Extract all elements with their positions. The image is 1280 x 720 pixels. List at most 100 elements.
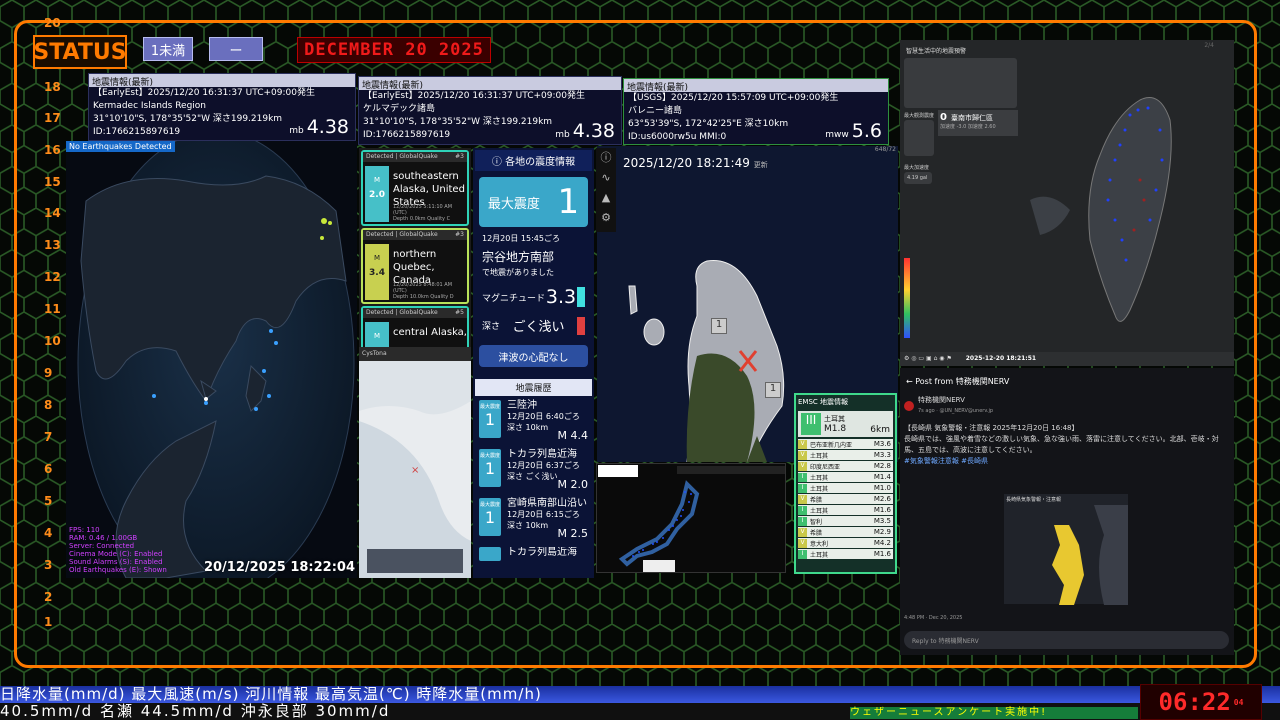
intensity-marker: 1	[765, 382, 781, 398]
status-label: STATUS	[33, 35, 127, 69]
emsc-latest[interactable]: III 土耳其 M1.8 6km	[798, 411, 893, 437]
ruler-tick: 2	[44, 590, 53, 604]
emsc-row[interactable]: V 希腊 M2.6	[798, 494, 893, 504]
post-image[interactable]: 長崎県気象警報・注意報	[1004, 494, 1128, 605]
info-header: 地震情報(最新)	[624, 79, 888, 93]
quake-info-earlyest-ja: 地震情報(最新) 【EarlyEst】2025/12/20 16:31:37 U…	[358, 76, 622, 145]
post-body: 長崎県では、強風や着雪などの激しい気象、急な強い雨、落雷に注意してください。北部…	[904, 435, 1219, 454]
post-header: ← Post from 特務機関NERV	[906, 377, 1010, 386]
emsc-row[interactable]: V 印度尼西亚 M2.8	[798, 461, 893, 471]
ruler-tick: 14	[44, 206, 61, 220]
ruler-tick: 6	[44, 462, 53, 476]
ruler-tick: 15	[44, 175, 61, 189]
detection-card[interactable]: Detected | GlobalQuake #3 M 3.4 northern Q…	[361, 228, 469, 304]
weather-ticker-top: 日降水量(mm/d) 最大風速(m/s) 河川情報 最高気温(℃) 時降水量(m…	[0, 686, 1280, 703]
emsc-panel: EMSC 地震情報 III 土耳其 M1.8 6km V 巴布亚新几内亚 M3.6 V…	[794, 393, 897, 574]
date-display: DECEMBER 20 2025	[297, 37, 491, 63]
globe-view[interactable]: No Earthquakes Detected FPS: 110 RAM: 0.…	[66, 141, 357, 578]
ruler-tick: 18	[44, 80, 61, 94]
svg-text:×: ×	[411, 465, 419, 476]
warning-icon[interactable]: ▲	[596, 188, 616, 208]
post-title: 【長崎県 気象警報・注意報 2025年12月20日 16:48】	[904, 424, 1079, 432]
jma-header: ⓘ 各地の震度情報	[475, 150, 592, 171]
globe-timestamp: 20/12/2025 18:22:04	[203, 560, 355, 575]
intensity-scale	[904, 258, 910, 338]
info-source: 【EarlyEst】2025/12/20 16:31:37 UTC+09:00発…	[93, 88, 315, 98]
page-indicator: 2/4	[1204, 42, 1214, 49]
detection-mag: M 2.0	[365, 166, 389, 222]
ruler-tick: 20	[44, 16, 61, 30]
emsc-row[interactable]: V 土耳其 M3.3	[798, 450, 893, 460]
taiwan-location-box: 0 臺南市歸仁區 加速度 -3.0 加速度 2.60	[938, 110, 1018, 136]
kyoshin-map	[598, 465, 785, 572]
emsc-row[interactable]: I 土耳其 M1.6	[798, 549, 893, 559]
kyoshin-monitor[interactable]	[596, 463, 786, 573]
ruler-tick: 16	[44, 143, 61, 157]
emsc-row[interactable]: V 巴布亚新几内亚 M3.6	[798, 439, 893, 449]
map-timestamp: 2025/12/20 18:21:49 更新	[623, 156, 768, 170]
gear-icon[interactable]: ⚙	[596, 208, 616, 228]
taiwan-eew-panel[interactable]: 智慧生活中的地震預警 2/4 最大觀測震度 0 臺南市歸仁區 加速度 -3.0 加…	[900, 40, 1234, 366]
ruler-tick: 13	[44, 238, 61, 252]
nerv-post[interactable]: ← Post from 特務機関NERV 特務機関NERV 7s ago · @U…	[900, 368, 1234, 655]
accel-value: 4.19 gal	[904, 172, 932, 184]
tsunami-status: 津波の心配なし	[479, 345, 588, 367]
ruler-tick: 3	[44, 558, 53, 572]
mini-map[interactable]: CysTona ×	[359, 347, 471, 578]
level-indicator-2: ー	[209, 37, 263, 61]
info-region: ケルマデック諸島	[363, 104, 436, 114]
post-image-map	[1052, 505, 1128, 605]
mini-map-canvas: ×	[359, 361, 471, 578]
max-obs-label: 最大觀測震度	[904, 113, 935, 119]
ruler-tick: 5	[44, 494, 53, 508]
globe-map	[77, 141, 355, 578]
post-footer: 4:48 PM · Dec 20, 2025	[904, 615, 963, 621]
intensity-marker: 1	[711, 318, 727, 334]
level-indicator-1: 1未満	[143, 37, 193, 61]
map-toolbar: ⓘ ∿ ▲ ⚙	[596, 148, 616, 232]
digital-clock: 06:22 04	[1140, 684, 1262, 720]
mini-map-bar: CysTona	[359, 347, 471, 361]
info-source: 【EarlyEst】2025/12/20 16:31:37 UTC+09:00発…	[363, 91, 585, 101]
post-tags[interactable]: #気象警報注意報 #長崎県	[900, 456, 1234, 467]
history-item[interactable]: トカラ列島近海	[479, 547, 588, 561]
history-item[interactable]: 最大震度 1 三陸沖 12月20日 6:40ごろ 深さ 10km M 4.4	[479, 400, 588, 446]
quake-region: 宗谷地方南部	[482, 250, 555, 264]
info-region: バレニー諸島	[628, 106, 683, 116]
history-item[interactable]: 最大震度 1 トカラ列島近海 12月20日 6:37ごろ 深さ ごく浅い M 2.0	[479, 449, 588, 495]
info-source: 【USGS】2025/12/20 15:57:09 UTC+09:00発生	[628, 93, 839, 103]
quake-info-usgs: 地震情報(最新) 【USGS】2025/12/20 15:57:09 UTC+0…	[623, 78, 889, 145]
weather-ticker-bottom: 40.5mm/d 名瀬 44.5mm/d 沖永良部 30mm/d ウェザーニュー…	[0, 703, 1280, 720]
waveform-icon[interactable]: ∿	[596, 168, 616, 188]
history-item[interactable]: 最大震度 1 宮崎県南部山沿い 12月20日 6:15ごろ 深さ 10km M 2.5	[479, 498, 588, 544]
ruler-tick: 8	[44, 398, 53, 412]
emsc-row[interactable]: I 智利 M3.5	[798, 516, 893, 526]
survey-banner: ウェザーニュースアンケート実施中!	[850, 707, 1138, 719]
taiwan-title: 智慧生活中的地震預警	[906, 48, 967, 55]
ruler-tick: 9	[44, 366, 53, 380]
history-header: 地震履歴	[475, 379, 592, 396]
info-header: 地震情報(最新)	[89, 74, 355, 88]
detection-list[interactable]: Detected | GlobalQuake #3 M 2.0 southeaste…	[359, 148, 471, 358]
map-scale: 648/72	[874, 146, 896, 153]
emsc-row[interactable]: I 土耳其 M1.6	[798, 505, 893, 515]
avatar	[904, 401, 914, 411]
detection-card[interactable]: Detected | GlobalQuake #3 M 2.0 southeaste…	[361, 150, 469, 226]
quake-note: で地震がありました	[482, 268, 554, 277]
jma-intensity-panel: ⓘ 各地の震度情報 最大震度 1 12月20日 15:45ごろ 宗谷地方南部 で地…	[473, 148, 594, 578]
ruler-tick: 4	[44, 526, 53, 540]
ruler-tick: 17	[44, 111, 61, 125]
ruler-tick: 1	[44, 615, 53, 629]
quake-info-earlyest-en: 地震情報(最新) 【EarlyEst】2025/12/20 16:31:37 U…	[88, 73, 356, 141]
ruler-tick: 11	[44, 302, 61, 316]
reply-input[interactable]: Reply to 特務機関NERV	[904, 631, 1229, 649]
emsc-row[interactable]: V 希腊 M2.9	[798, 527, 893, 537]
info-icon[interactable]: ⓘ	[596, 148, 616, 168]
max-intensity-box: 最大震度 1	[479, 177, 588, 227]
emsc-row[interactable]: I 土耳其 M1.0	[798, 483, 893, 493]
emsc-row[interactable]: V 意大利 M4.2	[798, 538, 893, 548]
ruler-tick: 12	[44, 270, 61, 284]
emsc-row[interactable]: I 土耳其 M1.4	[798, 472, 893, 482]
debug-info: FPS: 110 RAM: 0.46 / 1.00GB Server: Conn…	[69, 526, 167, 574]
accel-label: 最大加速度	[904, 165, 930, 171]
